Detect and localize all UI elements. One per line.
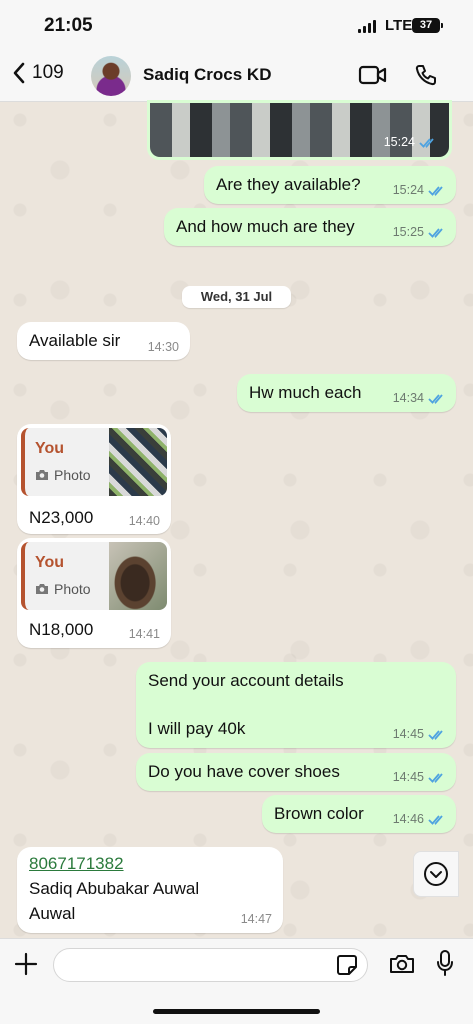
voice-message-button[interactable] bbox=[436, 949, 454, 982]
camera-icon bbox=[36, 584, 48, 594]
message-meta: 14:40 bbox=[128, 514, 160, 528]
reply-sender: You bbox=[35, 440, 65, 457]
chevron-down-circle-icon bbox=[424, 862, 448, 886]
message-text: Are they available? bbox=[216, 175, 361, 194]
battery-tip bbox=[441, 23, 443, 28]
double-check-icon bbox=[428, 185, 443, 196]
message-text: Hw much each bbox=[249, 383, 362, 402]
scroll-to-bottom-button[interactable] bbox=[413, 851, 459, 897]
message-meta: 14:47 bbox=[240, 912, 272, 926]
message-input[interactable] bbox=[53, 948, 368, 982]
message-meta: 15:24 bbox=[393, 183, 446, 197]
double-check-icon bbox=[428, 814, 443, 825]
message-meta: 14:30 bbox=[147, 340, 179, 354]
chevron-left-icon bbox=[13, 62, 25, 84]
camera-button[interactable] bbox=[389, 953, 415, 980]
message-bubble[interactable]: 8067171382 Sadiq Abubakar Auwal Auwal 14… bbox=[17, 847, 283, 933]
message-text: I will pay 40k bbox=[148, 719, 246, 738]
reply-type: Photo bbox=[35, 467, 91, 483]
status-time: 21:05 bbox=[44, 15, 93, 36]
message-bubble[interactable]: Are they available? 15:24 bbox=[204, 166, 456, 204]
date-separator: Wed, 31 Jul bbox=[182, 286, 291, 308]
video-camera-icon bbox=[358, 65, 387, 85]
message-text: Send your account details bbox=[148, 671, 344, 690]
message-text: N23,000 bbox=[29, 508, 94, 527]
double-check-icon bbox=[428, 227, 443, 238]
quoted-reply[interactable]: You Photo bbox=[21, 542, 167, 610]
photo-message[interactable]: 15:24 bbox=[147, 100, 452, 160]
message-meta: 14:45 bbox=[393, 770, 446, 784]
message-text: Available sir bbox=[29, 331, 121, 350]
message-composer bbox=[0, 938, 473, 1024]
video-call-button[interactable] bbox=[358, 64, 388, 91]
double-check-icon bbox=[428, 729, 443, 740]
chat-header: 109 Sadiq Crocs KD bbox=[0, 50, 473, 102]
message-text: Sadiq Abubakar Auwal bbox=[29, 879, 200, 898]
avatar[interactable] bbox=[91, 56, 131, 96]
status-bar: 21:05 LTE 37 bbox=[0, 0, 473, 50]
signal-icon bbox=[358, 19, 376, 33]
sticker-button[interactable] bbox=[336, 954, 358, 981]
phone-number-link[interactable]: 8067171382 bbox=[29, 854, 124, 874]
contact-name[interactable]: Sadiq Crocs KD bbox=[143, 65, 271, 85]
message-meta: 14:41 bbox=[128, 627, 160, 641]
reply-thumbnail bbox=[109, 542, 167, 610]
voice-call-button[interactable] bbox=[414, 63, 438, 92]
network-type: LTE bbox=[385, 17, 413, 34]
shoes-photo[interactable]: 15:24 bbox=[150, 103, 449, 157]
reply-message-bubble[interactable]: You Photo N18,000 14:41 bbox=[17, 538, 171, 648]
microphone-icon bbox=[437, 950, 453, 976]
battery-icon: 37 bbox=[412, 18, 440, 33]
message-text: N18,000 bbox=[29, 620, 94, 639]
message-bubble[interactable]: Brown color 14:46 bbox=[262, 795, 456, 833]
message-meta: 14:46 bbox=[393, 812, 446, 826]
message-meta: 14:45 bbox=[393, 727, 446, 741]
sticker-icon bbox=[337, 955, 357, 975]
reply-type: Photo bbox=[35, 581, 91, 597]
double-check-icon bbox=[428, 393, 443, 404]
message-text: Auwal bbox=[29, 904, 76, 923]
message-bubble[interactable]: Send your account details I will pay 40k… bbox=[136, 662, 456, 748]
camera-icon bbox=[390, 955, 414, 973]
home-indicator bbox=[153, 1009, 320, 1014]
message-text: Do you have cover shoes bbox=[148, 762, 340, 781]
message-meta: 15:25 bbox=[393, 225, 446, 239]
reply-thumbnail bbox=[109, 428, 167, 496]
double-check-icon bbox=[428, 772, 443, 783]
plus-icon bbox=[14, 952, 38, 976]
attach-button[interactable] bbox=[14, 952, 38, 981]
message-text: And how much are they bbox=[176, 217, 355, 236]
message-bubble[interactable]: Available sir 14:30 bbox=[17, 322, 190, 360]
camera-icon bbox=[36, 470, 48, 480]
reply-sender: You bbox=[35, 554, 65, 571]
double-check-icon bbox=[419, 137, 434, 148]
message-bubble[interactable]: Hw much each 14:34 bbox=[237, 374, 456, 412]
message-meta: 14:34 bbox=[393, 391, 446, 405]
message-text: Brown color bbox=[274, 804, 364, 823]
message-bubble[interactable]: Do you have cover shoes 14:45 bbox=[136, 753, 456, 791]
message-meta: 15:24 bbox=[384, 135, 437, 149]
phone-icon bbox=[415, 65, 436, 86]
quoted-reply[interactable]: You Photo bbox=[21, 428, 167, 496]
back-button[interactable]: 109 bbox=[12, 62, 64, 84]
unread-count: 109 bbox=[32, 62, 64, 83]
message-bubble[interactable]: And how much are they 15:25 bbox=[164, 208, 456, 246]
reply-message-bubble[interactable]: You Photo N23,000 14:40 bbox=[17, 424, 171, 534]
